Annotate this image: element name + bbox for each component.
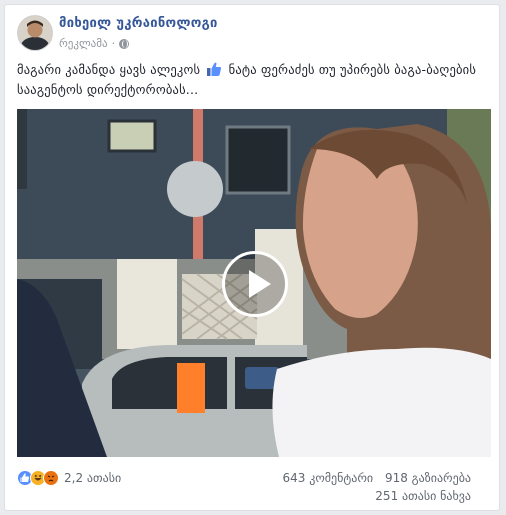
comments-count-link[interactable]: 643 კომენტარი — [283, 471, 374, 485]
play-icon[interactable] — [222, 251, 288, 317]
video-player[interactable] — [17, 109, 491, 457]
views-row: 251 ათასი ნახვა — [275, 487, 471, 505]
meta-separator: · — [111, 37, 116, 50]
comments-shares-row: 643 კომენტარი 918 გაზიარება — [275, 469, 472, 487]
engagement-stats: 643 კომენტარი 918 გაზიარება 251 ათასი ნა… — [275, 469, 472, 505]
post-text: მაგარი კამანდა ყავს ალეკოს ნატა ფერაძეს … — [17, 60, 489, 100]
views-count: 251 ათასი ნახვა — [375, 489, 471, 503]
post-text-part-1: მაგარი კამანდა ყავს ალეკოს — [17, 62, 201, 77]
angry-reaction-icon — [43, 470, 59, 486]
feed-post-card: მიხეილ უკრაინოლოგი რეკლამა · მაგარი კამა… — [4, 4, 500, 511]
page-avatar[interactable] — [17, 15, 53, 51]
post-meta: რეკლამა · — [59, 37, 130, 50]
page-name-link[interactable]: მიხეილ უკრაინოლოგი — [59, 16, 218, 31]
shares-count-link[interactable]: 918 გაზიარება — [385, 471, 471, 485]
post-footer: 2,2 ათასი 643 კომენტარი 918 გაზიარება 25… — [17, 467, 489, 511]
reactions-summary[interactable]: 2,2 ათასი — [17, 470, 121, 486]
thumbs-up-icon — [207, 62, 222, 76]
reactions-count[interactable]: 2,2 ათასი — [64, 471, 121, 485]
globe-icon — [119, 38, 130, 49]
sponsored-label[interactable]: რეკლამა — [59, 37, 108, 50]
avatar-image — [18, 16, 52, 50]
